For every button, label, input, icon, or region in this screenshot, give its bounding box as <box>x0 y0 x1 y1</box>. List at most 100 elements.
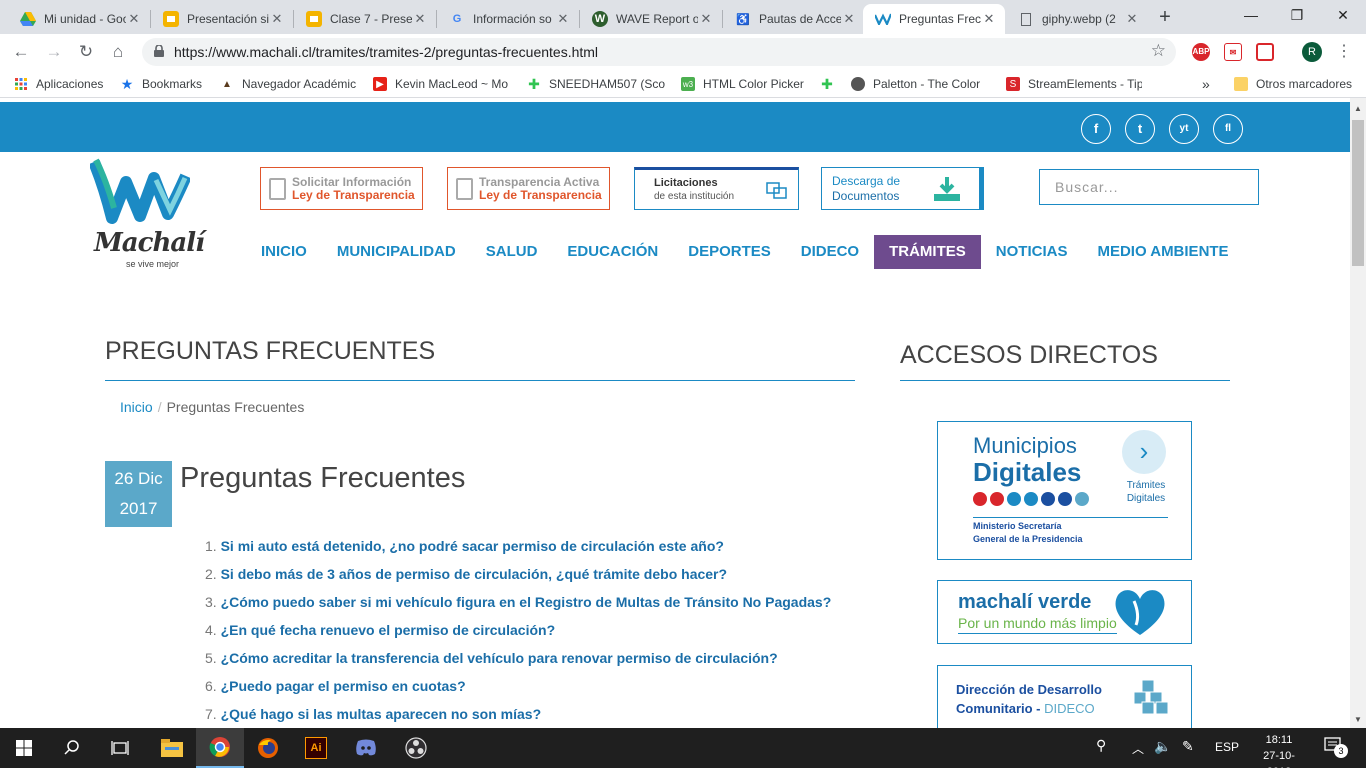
close-icon[interactable]: ✕ <box>981 11 997 27</box>
machali-verde-banner[interactable]: machalí verde Por un mundo más limpio <box>937 580 1192 644</box>
tab-pautas[interactable]: ♿ Pautas de Acce ✕ <box>723 4 865 34</box>
bookmark-navegador-academico[interactable]: ▲ Navegador Académic <box>220 75 356 93</box>
obs-icon[interactable] <box>392 728 440 768</box>
page-scrollbar[interactable]: ▲ ▼ <box>1350 98 1366 728</box>
nav-inicio[interactable]: INICIO <box>246 235 322 269</box>
nav-tramites[interactable]: TRÁMITES <box>874 235 981 269</box>
faq-item: 3. ¿Cómo puedo saber si mi vehículo figu… <box>205 594 832 610</box>
bookmark-html-color-picker[interactable]: w3 HTML Color Picker <box>681 75 804 93</box>
cubes-icon <box>1133 679 1169 715</box>
illustrator-icon[interactable]: Ai <box>292 728 340 768</box>
tab-mi-unidad[interactable]: Mi unidad - Goo ✕ <box>8 4 150 34</box>
transparencia-activa-button[interactable]: Transparencia Activa Ley de Transparencia <box>447 167 610 210</box>
nav-medio-ambiente[interactable]: MEDIO AMBIENTE <box>1082 235 1243 269</box>
sidebar-title: ACCESOS DIRECTOS <box>900 341 1158 369</box>
dideco-banner[interactable]: Dirección de Desarrollo Comunitario - DI… <box>937 665 1192 728</box>
discord-icon[interactable] <box>342 728 390 768</box>
back-button[interactable]: ← <box>9 40 33 64</box>
close-icon[interactable]: ✕ <box>269 11 285 27</box>
forward-button[interactable]: → <box>42 40 66 64</box>
faq-question-link[interactable]: ¿Cómo acreditar la transferencia del veh… <box>221 650 778 666</box>
adblock-icon[interactable]: ABP <box>1192 43 1210 61</box>
browser-menu-icon[interactable]: ⋮ <box>1336 42 1352 62</box>
minimize-button[interactable]: — <box>1228 0 1274 30</box>
tab-informacion[interactable]: G Información so ✕ <box>437 4 579 34</box>
breadcrumb-home-link[interactable]: Inicio <box>120 399 153 415</box>
close-icon[interactable]: ✕ <box>1124 11 1140 27</box>
people-icon[interactable]: ⚲ <box>1096 737 1106 754</box>
tab-giphy[interactable]: giphy.webp (2 ✕ <box>1006 4 1148 34</box>
bookmark-sneedham[interactable]: ✚ SNEEDHAM507 (Scot <box>527 75 665 93</box>
close-window-button[interactable]: ✕ <box>1320 0 1366 30</box>
faq-question-link[interactable]: ¿Qué hago si las multas aparecen no son … <box>221 706 542 722</box>
close-icon[interactable]: ✕ <box>412 11 428 27</box>
bookmark-otros-marcadores[interactable]: Otros marcadores <box>1234 75 1352 93</box>
nav-municipalidad[interactable]: MUNICIPALIDAD <box>322 235 471 269</box>
bookmark-green[interactable]: ✚ <box>820 75 842 93</box>
faq-question-link[interactable]: ¿Puedo pagar el permiso en cuotas? <box>221 678 466 694</box>
faq-question-link[interactable]: ¿En qué fecha renuevo el permiso de circ… <box>221 622 556 638</box>
faq-item: 4. ¿En qué fecha renuevo el permiso de c… <box>205 622 556 638</box>
bookmarks-overflow-button[interactable]: » <box>1202 75 1210 93</box>
file-explorer-icon[interactable] <box>148 728 196 768</box>
new-tab-button[interactable]: + <box>1154 6 1176 28</box>
windows-start-icon[interactable] <box>0 728 48 768</box>
facebook-icon[interactable]: f <box>1081 114 1111 144</box>
nav-educacion[interactable]: EDUCACIÓN <box>552 235 673 269</box>
reload-button[interactable]: ↻ <box>74 40 98 64</box>
nav-noticias[interactable]: NOTICIAS <box>981 235 1083 269</box>
tab-preguntas-frecuentes[interactable]: Preguntas Frec ✕ <box>863 4 1005 34</box>
solicitar-informacion-button[interactable]: Solicitar Información Ley de Transparenci… <box>260 167 423 210</box>
bookmark-paletton[interactable]: Paletton - The Color <box>851 75 993 93</box>
nav-dideco[interactable]: DIDECO <box>786 235 874 269</box>
close-icon[interactable]: ✕ <box>698 11 714 27</box>
bookmark-aplicaciones[interactable]: Aplicaciones <box>14 75 103 93</box>
taskbar-clock[interactable]: 18:11 27-10-2018 <box>1256 732 1302 780</box>
nav-deportes[interactable]: DEPORTES <box>673 235 786 269</box>
nav-salud[interactable]: SALUD <box>471 235 553 269</box>
search-input[interactable]: Buscar... <box>1039 169 1259 205</box>
web-page: f t yt fl Machalí se vive mejor Solicita… <box>0 98 1350 728</box>
tab-presentacion[interactable]: Presentación sin ✕ <box>151 4 293 34</box>
faq-question-link[interactable]: ¿Cómo puedo saber si mi vehículo figura … <box>221 594 832 610</box>
scroll-up-icon[interactable]: ▲ <box>1350 104 1366 113</box>
scroll-down-icon[interactable]: ▼ <box>1350 715 1366 724</box>
descarga-documentos-button[interactable]: Descarga de Documentos <box>821 167 984 210</box>
extension-icon[interactable] <box>1256 43 1274 61</box>
tab-clase-7[interactable]: Clase 7 - Presen ✕ <box>294 4 436 34</box>
search-icon[interactable] <box>48 728 96 768</box>
flickr-icon[interactable]: fl <box>1213 114 1243 144</box>
faq-question-link[interactable]: Si debo más de 3 años de permiso de circ… <box>221 566 727 582</box>
close-icon[interactable]: ✕ <box>126 11 142 27</box>
home-button[interactable]: ⌂ <box>106 40 130 64</box>
close-icon[interactable]: ✕ <box>555 11 571 27</box>
pen-icon[interactable]: ✎ <box>1182 738 1194 755</box>
twitter-icon[interactable]: t <box>1125 114 1155 144</box>
task-view-icon[interactable] <box>96 728 144 768</box>
licitaciones-button[interactable]: Licitaciones de esta institución <box>634 167 799 210</box>
close-icon[interactable]: ✕ <box>841 11 857 27</box>
chevron-up-icon[interactable]: ︿ <box>1132 740 1144 757</box>
bookmark-kevin-macleod[interactable]: ▶ Kevin MacLeod ~ Mo <box>373 75 513 93</box>
notifications-icon[interactable]: 3 <box>1324 736 1348 758</box>
restore-button[interactable]: ❐ <box>1274 0 1320 30</box>
file-icon <box>1018 11 1034 27</box>
volume-icon[interactable]: 🔈 <box>1154 738 1171 755</box>
bookmark-streamelements[interactable]: S StreamElements - Tip <box>1006 75 1142 93</box>
tab-wave-report[interactable]: W WAVE Report of ✕ <box>580 4 722 34</box>
machali-logo[interactable]: Machalí se vive mejor <box>88 156 205 274</box>
address-bar[interactable]: https://www.machali.cl/tramites/tramites… <box>142 38 1176 66</box>
firefox-icon[interactable] <box>244 728 292 768</box>
bookmark-bookmarks[interactable]: ★ Bookmarks <box>120 75 202 93</box>
chrome-taskbar-icon[interactable] <box>196 728 244 768</box>
municipios-digitales-banner[interactable]: Municipios Digitales › Trámites Digitale… <box>937 421 1192 560</box>
extension-icon[interactable]: ✉ <box>1224 43 1242 61</box>
youtube-icon[interactable]: yt <box>1169 114 1199 144</box>
profile-avatar[interactable]: R <box>1302 42 1322 62</box>
bookmark-star-icon[interactable]: ☆ <box>1151 41 1166 61</box>
green-icon: ✚ <box>821 75 833 92</box>
language-indicator[interactable]: ESP <box>1215 740 1239 754</box>
windows-taskbar: Ai ⚲ ︿ 🔈 ✎ ESP 18:11 27-10-2018 3 <box>0 728 1366 778</box>
scrollbar-thumb[interactable] <box>1352 120 1364 266</box>
faq-question-link[interactable]: Si mi auto está detenido, ¿no podré saca… <box>221 538 724 554</box>
